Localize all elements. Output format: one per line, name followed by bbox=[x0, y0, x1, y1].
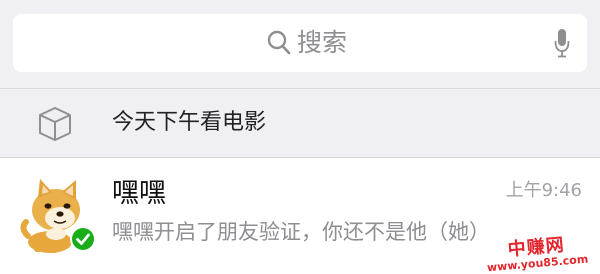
search-bar[interactable]: 搜索 bbox=[13, 14, 587, 72]
chat-timestamp: 上午9:46 bbox=[505, 180, 582, 201]
pinned-folded-chat-item[interactable]: 今天下午看电影 bbox=[0, 89, 600, 157]
pinned-item-label: 今天下午看电影 bbox=[112, 110, 267, 135]
verified-check-icon bbox=[69, 225, 97, 257]
search-icon bbox=[267, 30, 291, 56]
microphone-icon[interactable] bbox=[554, 28, 570, 62]
search-placeholder-text: 搜索 bbox=[297, 28, 348, 57]
search-placeholder-group: 搜索 bbox=[267, 26, 347, 60]
search-area: 搜索 bbox=[0, 0, 600, 88]
chat-name: 嘿嘿 bbox=[112, 178, 166, 209]
box-icon bbox=[36, 105, 74, 147]
